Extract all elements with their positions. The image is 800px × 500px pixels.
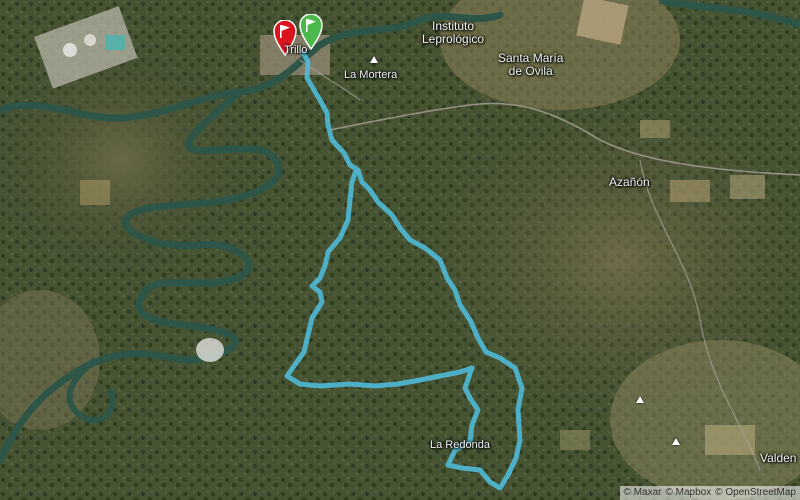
satellite-imagery [0, 0, 800, 500]
mapbox-attribution-link[interactable]: © Mapbox [666, 486, 712, 500]
peak-icon [370, 56, 378, 63]
osm-attribution-link[interactable]: © OpenStreetMap [715, 486, 796, 500]
peak-icon [636, 396, 644, 403]
place-label-instituto: Instituto Leprológico [422, 19, 485, 46]
satellite-map[interactable]: Trillo La Mortera Instituto Leprológico … [0, 0, 800, 500]
place-label-azanon: Azañón [609, 175, 650, 189]
place-label-la-redonda: La Redonda [430, 439, 490, 451]
maxar-attribution-link[interactable]: © Maxar [624, 486, 662, 500]
place-label-trillo: Trillo [284, 44, 308, 56]
map-attribution: © Maxar © Mapbox © OpenStreetMap [619, 486, 800, 500]
place-label-valdelagua: Valden [760, 451, 797, 465]
peak-icon [672, 438, 680, 445]
place-label-la-mortera: La Mortera [344, 69, 398, 81]
place-label-santa-maria: Santa María de Ovila [498, 51, 564, 78]
